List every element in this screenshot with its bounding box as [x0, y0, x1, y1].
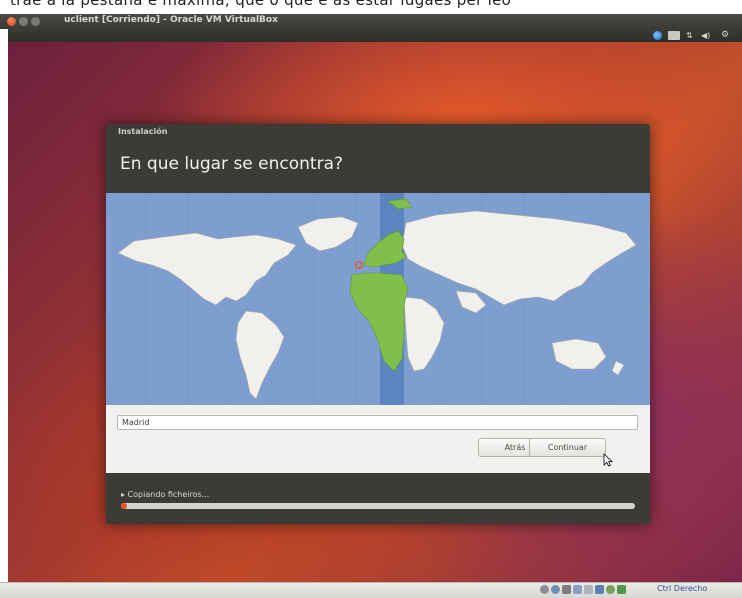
city-input[interactable]: [117, 415, 638, 430]
keyboard-icon[interactable]: [668, 31, 680, 40]
minimize-icon[interactable]: [19, 17, 28, 26]
volume-icon[interactable]: ◀): [701, 31, 711, 40]
display-icon[interactable]: [595, 585, 604, 594]
timezone-map[interactable]: [106, 193, 650, 405]
host-key-label: Ctrl Derecho: [657, 584, 708, 593]
world-map-graphic: [117, 193, 637, 405]
maximize-icon[interactable]: [31, 17, 40, 26]
page-title: En que lugar se encontra?: [120, 154, 344, 174]
mouse-pointer-icon: [603, 453, 613, 467]
progress-fill: [121, 503, 128, 509]
top-panel: ⇅ ◀) ⚙: [8, 29, 742, 42]
accessibility-icon[interactable]: [653, 31, 662, 40]
usb-icon[interactable]: [562, 585, 571, 594]
continue-button[interactable]: Continuar: [529, 438, 606, 457]
progress-bar: [121, 503, 635, 509]
location-marker-icon: [355, 261, 363, 269]
network-adapter-icon[interactable]: [573, 585, 582, 594]
cpu-icon[interactable]: [617, 585, 626, 594]
installer-dialog: Instalación En que lugar se encontra? Ma…: [106, 124, 650, 524]
progress-area: ▸ Copiando ficheiros...: [106, 473, 650, 524]
gear-icon[interactable]: ⚙: [721, 31, 731, 40]
shared-folder-icon[interactable]: [584, 585, 593, 594]
statusbar-icons: [540, 585, 626, 594]
dialog-window-label: Instalación: [118, 127, 168, 136]
progress-label: ▸ Copiando ficheiros...: [121, 490, 210, 499]
network-icon[interactable]: ⇅: [686, 31, 695, 40]
caption-strip: trae a la pestana e maxima; que o que e …: [0, 0, 742, 14]
vbox-titlebar: uclient [Corriendo] - Oracle VM VirtualB…: [0, 14, 742, 29]
caption-text: trae a la pestana e maxima; que o que e …: [10, 0, 512, 9]
harddisk-icon[interactable]: [540, 585, 549, 594]
close-icon[interactable]: [7, 17, 16, 26]
vbox-window-title: uclient [Corriendo] - Oracle VM VirtualB…: [64, 15, 278, 25]
vbox-statusbar: Ctrl Derecho: [0, 582, 742, 598]
optical-drive-icon[interactable]: [551, 585, 560, 594]
dialog-body: Atrás Continuar: [106, 405, 650, 473]
guest-screen: ⇅ ◀) ⚙ Instalación En que lugar se encon…: [8, 29, 742, 582]
mouse-integration-icon[interactable]: [606, 585, 615, 594]
